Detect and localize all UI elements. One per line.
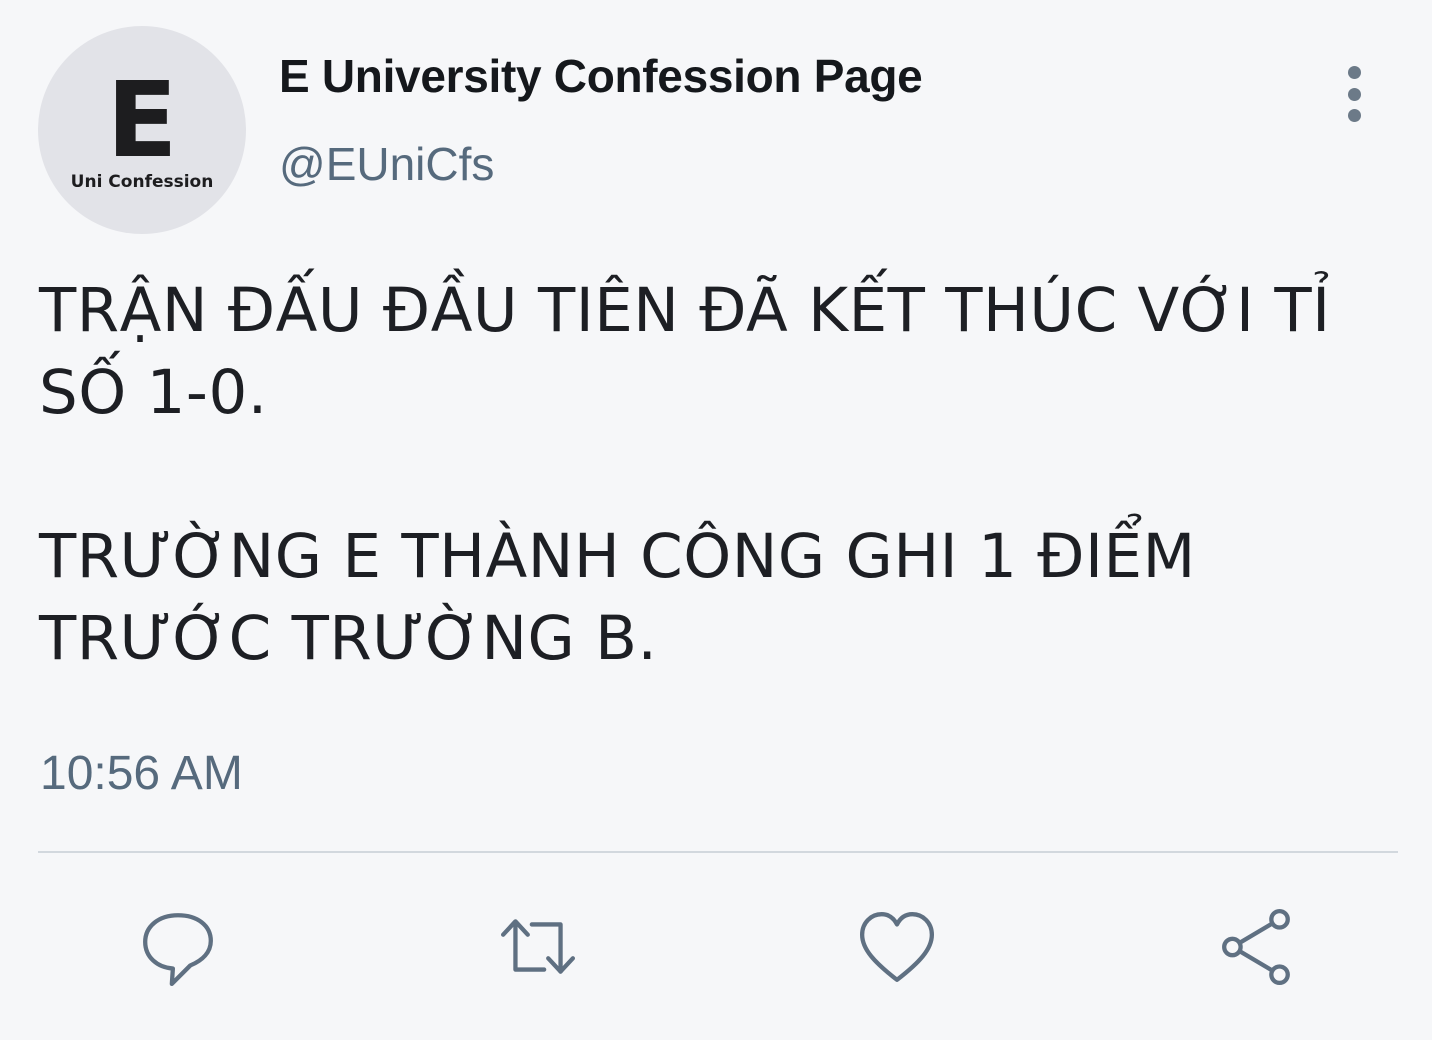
reply-icon bbox=[143, 913, 213, 987]
avatar-logo-caption: Uni Confession bbox=[70, 172, 214, 192]
tweet-timestamp[interactable]: 10:56 AM bbox=[40, 744, 243, 804]
divider bbox=[38, 851, 1398, 853]
heart-icon bbox=[859, 912, 935, 982]
more-dot-icon bbox=[1347, 66, 1361, 79]
reply-button[interactable] bbox=[133, 902, 223, 992]
more-dot-icon bbox=[1347, 87, 1361, 101]
retweet-icon bbox=[500, 919, 576, 974]
author-display-name[interactable]: E University Confession Page bbox=[279, 48, 923, 104]
author-handle[interactable]: @EUniCfs bbox=[279, 137, 494, 191]
more-dot-icon bbox=[1347, 109, 1361, 122]
like-button[interactable] bbox=[852, 902, 942, 992]
tweet-text: TRẬN ĐẤU ĐẦU TIÊN ĐÃ KẾT THÚC VỚI TỈ SỐ … bbox=[39, 270, 1399, 680]
tweet-paragraph: TRƯỜNG E THÀNH CÔNG GHI 1 ĐIỂM TRƯỚC TRƯ… bbox=[39, 521, 1196, 674]
share-icon bbox=[1222, 908, 1290, 986]
tweet-paragraph: TRẬN ĐẤU ĐẦU TIÊN ĐÃ KẾT THÚC VỚI TỈ SỐ … bbox=[39, 275, 1331, 428]
retweet-button[interactable] bbox=[493, 902, 583, 992]
tweet-card: E Uni Confession E University Confession… bbox=[0, 0, 1432, 1040]
avatar-logo-letter: E bbox=[106, 59, 178, 181]
more-options-button[interactable] bbox=[1334, 66, 1374, 122]
share-button[interactable] bbox=[1212, 902, 1302, 992]
avatar[interactable]: E Uni Confession bbox=[38, 26, 246, 234]
